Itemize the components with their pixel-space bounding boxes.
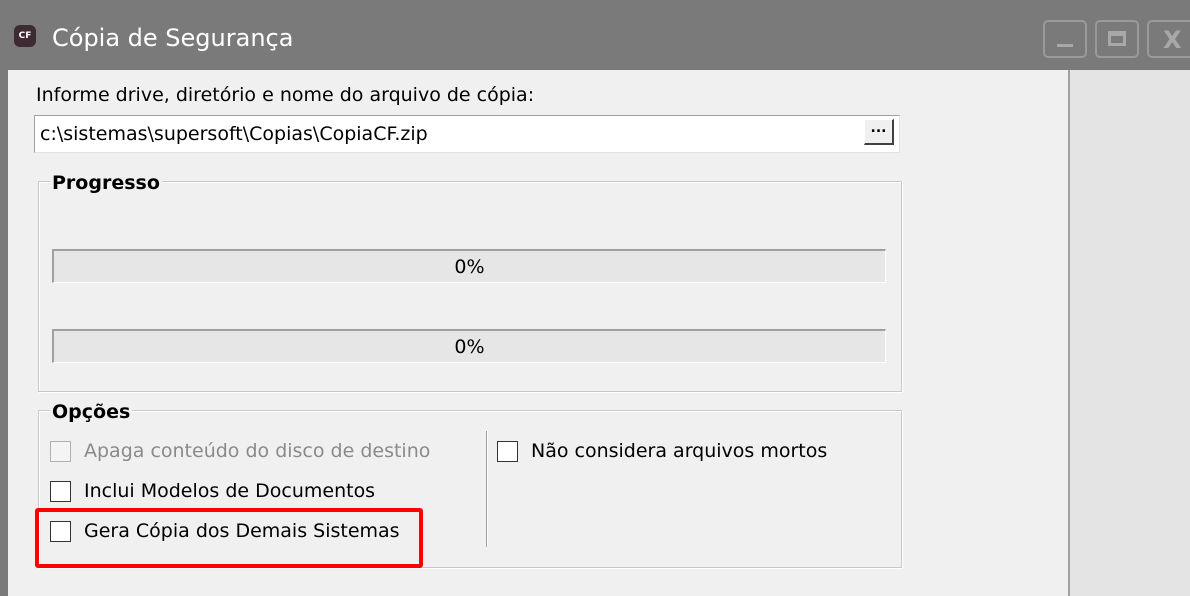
checkbox-box[interactable]	[50, 481, 71, 502]
minimize-button[interactable]	[1043, 20, 1087, 58]
maximize-button[interactable]	[1095, 20, 1139, 58]
checkbox-apaga-conteudo[interactable]: Apaga conteúdo do disco de destino	[50, 440, 470, 466]
progress-bar-secondary: 0%	[52, 329, 886, 363]
progress-percent-primary: 0%	[454, 256, 485, 278]
close-button[interactable]: X	[1147, 20, 1190, 58]
right-panel	[1070, 70, 1190, 596]
browse-button[interactable]: ...	[864, 119, 894, 145]
checkbox-inclui-modelos[interactable]: Inclui Modelos de Documentos	[50, 480, 470, 506]
path-value: c:\sistemas\supersoft\Copias\CopiaCF.zip	[40, 123, 428, 145]
checkbox-label: Não considera arquivos mortos	[531, 440, 828, 462]
options-group-title: Opções	[50, 401, 133, 423]
minimize-icon	[1057, 44, 1073, 47]
window-border	[0, 70, 8, 596]
title-bar[interactable]: CF Cópia de Segurança X	[0, 0, 1190, 70]
options-divider	[486, 431, 487, 547]
checkbox-box[interactable]	[497, 441, 518, 462]
close-icon: X	[1163, 26, 1182, 54]
highlight-annotation	[35, 508, 423, 568]
progress-percent-secondary: 0%	[454, 336, 485, 358]
backup-window: CF Cópia de Segurança X Informe drive, d…	[0, 0, 1190, 596]
path-label: Informe drive, diretório e nome do arqui…	[36, 84, 535, 106]
checkbox-box[interactable]	[50, 441, 71, 462]
maximize-icon	[1108, 31, 1126, 46]
window-title: Cópia de Segurança	[52, 24, 294, 52]
backup-path-input[interactable]: c:\sistemas\supersoft\Copias\CopiaCF.zip	[34, 115, 900, 153]
progress-bar-primary: 0%	[52, 249, 886, 283]
checkbox-label: Inclui Modelos de Documentos	[84, 480, 376, 502]
checkbox-nao-considera-mortos[interactable]: Não considera arquivos mortos	[497, 440, 877, 466]
app-logo-icon: CF	[14, 25, 36, 47]
progress-group-title: Progresso	[50, 172, 162, 194]
checkbox-label: Apaga conteúdo do disco de destino	[84, 440, 431, 462]
